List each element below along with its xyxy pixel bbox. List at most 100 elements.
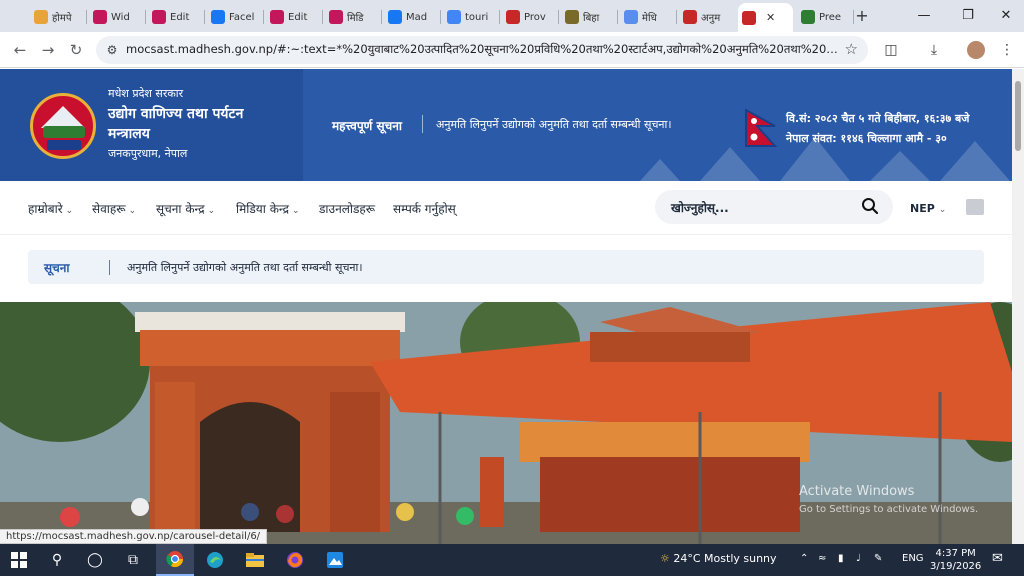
tab-title: touri bbox=[465, 11, 489, 23]
nav-media-center[interactable]: मिडिया केन्द्र ⌄ bbox=[236, 200, 300, 217]
site-info-icon[interactable]: ⚙ bbox=[104, 42, 120, 58]
browser-tab[interactable]: मिडि bbox=[325, 5, 380, 29]
browser-tab[interactable]: Mad bbox=[384, 5, 439, 29]
search-icon[interactable] bbox=[861, 197, 879, 215]
site-search-box[interactable]: खोज्नुहोस्... bbox=[655, 190, 893, 224]
minimize-button[interactable]: — bbox=[910, 4, 938, 28]
browser-tab[interactable]: Edit bbox=[266, 5, 321, 29]
battery-icon[interactable]: ▮ bbox=[838, 553, 844, 564]
edge-taskbar-icon[interactable] bbox=[196, 544, 234, 576]
pen-icon[interactable]: ✎ bbox=[874, 553, 882, 564]
tab-separator bbox=[145, 10, 146, 24]
header-brand-panel: मधेश प्रदेश सरकार उद्योग वाणिज्य तथा पर्… bbox=[0, 69, 303, 181]
bookmark-star-icon[interactable]: ☆ bbox=[845, 40, 858, 58]
extensions-icon[interactable]: ◫ bbox=[880, 40, 902, 62]
chevron-down-icon: ⌄ bbox=[207, 206, 216, 216]
tab-title: Edit bbox=[288, 11, 308, 23]
windows-activation-watermark: Activate Windows bbox=[799, 484, 915, 499]
mail-icon[interactable] bbox=[966, 199, 984, 215]
browser-tab[interactable]: Facel bbox=[207, 5, 262, 29]
tab-title: Pree bbox=[819, 11, 842, 23]
restore-button[interactable]: ❐ bbox=[954, 4, 982, 28]
search-taskbar-icon[interactable]: ⚲ bbox=[38, 544, 76, 576]
nav-downloads[interactable]: डाउनलोडहरू bbox=[319, 200, 375, 217]
browser-tab[interactable]: Wid bbox=[89, 5, 144, 29]
browser-tab[interactable]: मेधि bbox=[620, 5, 675, 29]
download-icon[interactable]: ⤓ bbox=[923, 40, 945, 62]
org-name[interactable]: उद्योग वाणिज्य तथा पर्यटन मन्त्रालय bbox=[108, 104, 288, 144]
reload-icon[interactable]: ↻ bbox=[64, 38, 88, 62]
facebook-icon bbox=[211, 10, 225, 24]
network-icon[interactable]: ≈ bbox=[818, 553, 826, 564]
forward-icon[interactable]: → bbox=[36, 38, 60, 62]
file-explorer-icon[interactable] bbox=[236, 544, 274, 576]
facebook-icon bbox=[388, 10, 402, 24]
nav-contact[interactable]: सम्पर्क गर्नुहोस् bbox=[393, 200, 456, 217]
browser-tab[interactable]: होमपे bbox=[30, 5, 85, 29]
scrollbar-thumb[interactable] bbox=[1015, 81, 1021, 151]
nepal-samvat-date: नेपाल संवत: ११४६ चिल्लागा आमै - ३० bbox=[786, 132, 947, 145]
tab-separator bbox=[499, 10, 500, 24]
header-date-block: वि.सं: २०८२ चैत ५ गते बिहीबार, १६:३७ बजे… bbox=[786, 109, 969, 149]
back-icon[interactable]: ← bbox=[8, 38, 32, 62]
tab-separator bbox=[204, 10, 205, 24]
link-hover-status: https://mocsast.madhesh.gov.np/carousel-… bbox=[0, 529, 268, 544]
firefox-taskbar-icon[interactable] bbox=[276, 544, 314, 576]
notifications-icon[interactable]: ✉ bbox=[992, 551, 1003, 566]
nav-info-center[interactable]: सूचना केन्द्र ⌄ bbox=[156, 200, 215, 217]
windows-start-icon[interactable] bbox=[0, 544, 38, 576]
notice-label: सूचना bbox=[44, 261, 70, 275]
input-language[interactable]: ENG bbox=[902, 553, 924, 564]
browser-tab[interactable]: Pree bbox=[797, 5, 852, 29]
tab-title: Prov bbox=[524, 11, 546, 23]
header-notice-title: महत्त्वपूर्ण सूचना bbox=[332, 119, 403, 133]
browser-tab[interactable]: बिहा bbox=[561, 5, 616, 29]
close-tab-icon[interactable]: ✕ bbox=[766, 11, 775, 24]
page-scrollbar[interactable] bbox=[1012, 69, 1024, 544]
language-selector[interactable]: NEP ⌄ bbox=[910, 202, 946, 215]
browser-tab[interactable]: touri bbox=[443, 5, 498, 29]
cortana-icon[interactable]: ◯ bbox=[76, 544, 114, 576]
search-input[interactable]: खोज्नुहोस्... bbox=[671, 199, 729, 216]
chart-icon bbox=[624, 10, 638, 24]
mk-icon bbox=[329, 10, 343, 24]
nav-services[interactable]: सेवाहरू ⌄ bbox=[92, 200, 136, 217]
taskbar-clock[interactable]: 4:37 PM 3/19/2026 bbox=[930, 547, 981, 573]
chrome-taskbar-icon[interactable] bbox=[156, 544, 194, 576]
tray-chevron-icon[interactable]: ⌃ bbox=[800, 553, 808, 564]
nav-about[interactable]: हाम्रोबारे ⌄ bbox=[28, 200, 73, 217]
browser-tab[interactable]: अनुम bbox=[679, 5, 734, 29]
browser-tab[interactable]: ✕ bbox=[738, 3, 793, 32]
page-icon bbox=[34, 10, 48, 24]
url-text[interactable]: mocsast.madhesh.gov.np/#:~:text=*%20युवा… bbox=[126, 42, 838, 57]
notice-ticker-text[interactable]: अनुमति लिनुपर्ने उद्योगको अनुमति तथा दर्… bbox=[127, 260, 363, 275]
chevron-down-icon: ⌄ bbox=[65, 206, 74, 216]
government-emblem-logo[interactable] bbox=[30, 93, 96, 159]
photos-app-icon[interactable] bbox=[316, 544, 354, 576]
page-icon bbox=[801, 10, 815, 24]
menu-kebab-icon[interactable]: ⋮ bbox=[996, 40, 1018, 62]
gov-icon bbox=[506, 10, 520, 24]
org-location: जनकपुरधाम, नेपाल bbox=[108, 147, 188, 160]
browser-toolbar: ← → ↻ ⚙ mocsast.madhesh.gov.np/#:~:text=… bbox=[0, 32, 1024, 68]
clock-date: 3/19/2026 bbox=[930, 561, 982, 572]
browser-tab[interactable]: Edit bbox=[148, 5, 203, 29]
tab-title: मेधि bbox=[642, 13, 657, 24]
volume-icon[interactable]: ♩ bbox=[856, 553, 861, 564]
chevron-down-icon: ⌄ bbox=[292, 206, 300, 216]
tab-title: Wid bbox=[111, 11, 130, 23]
weather-widget[interactable]: ☼ 24°C Mostly sunny bbox=[660, 552, 777, 565]
mk-icon bbox=[270, 10, 284, 24]
task-view-icon[interactable]: ⧉ bbox=[114, 544, 152, 576]
tab-title: Edit bbox=[170, 11, 190, 23]
close-window-button[interactable]: ✕ bbox=[992, 4, 1020, 28]
browser-tab[interactable]: Prov bbox=[502, 5, 557, 29]
mk-icon bbox=[152, 10, 166, 24]
profile-avatar[interactable] bbox=[967, 41, 985, 59]
header-notice-link[interactable]: अनुमति लिनुपर्ने उद्योगको अनुमति तथा दर्… bbox=[436, 117, 672, 132]
tab-title: मिडि bbox=[347, 13, 364, 24]
clock-time: 4:37 PM bbox=[935, 548, 976, 559]
address-bar[interactable]: ⚙ mocsast.madhesh.gov.np/#:~:text=*%20यु… bbox=[96, 36, 868, 64]
new-tab-button[interactable]: + bbox=[852, 5, 872, 27]
notice-ticker: सूचना अनुमति लिनुपर्ने उद्योगको अनुमति त… bbox=[28, 250, 984, 284]
